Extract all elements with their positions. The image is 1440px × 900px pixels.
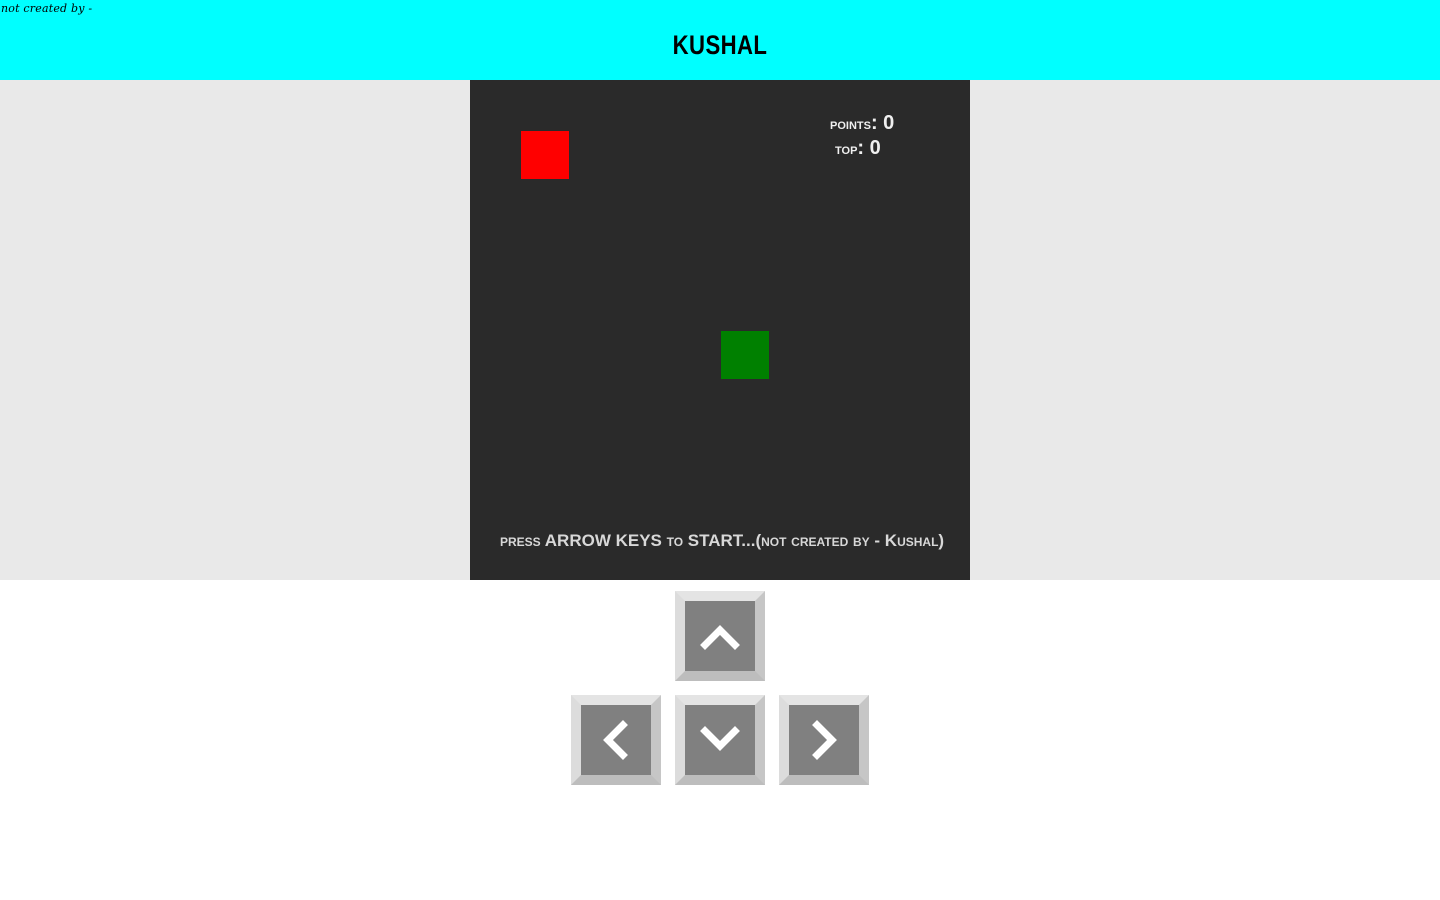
- right-button-face: [789, 705, 859, 775]
- up-button[interactable]: [675, 591, 765, 681]
- header-bar: not created by - KUSHAL: [0, 0, 1440, 80]
- chevron-down-icon: [700, 726, 740, 751]
- chevron-right-icon: [812, 720, 837, 760]
- points-readout: points: 0: [830, 112, 895, 134]
- top-value: 0: [869, 137, 881, 159]
- tagline: not created by -: [1, 2, 93, 15]
- snake-head: [721, 331, 769, 379]
- down-button-face: [685, 705, 755, 775]
- points-label: points: [830, 116, 871, 133]
- game-board[interactable]: points: 0 top: 0: [470, 80, 970, 580]
- top-label: top: [835, 141, 858, 158]
- chevron-up-icon: [700, 625, 740, 650]
- brand-title: KUSHAL: [672, 30, 768, 60]
- points-value: 0: [883, 112, 895, 134]
- right-button[interactable]: [779, 695, 869, 785]
- start-instructions: press ARROW KEYS to START...(not created…: [500, 531, 945, 550]
- top-readout: top: 0: [835, 137, 881, 159]
- up-button-face: [685, 601, 755, 671]
- chevron-left-icon: [603, 720, 628, 760]
- left-button-face: [581, 705, 651, 775]
- left-button[interactable]: [571, 695, 661, 785]
- down-button[interactable]: [675, 695, 765, 785]
- food-square: [521, 131, 569, 179]
